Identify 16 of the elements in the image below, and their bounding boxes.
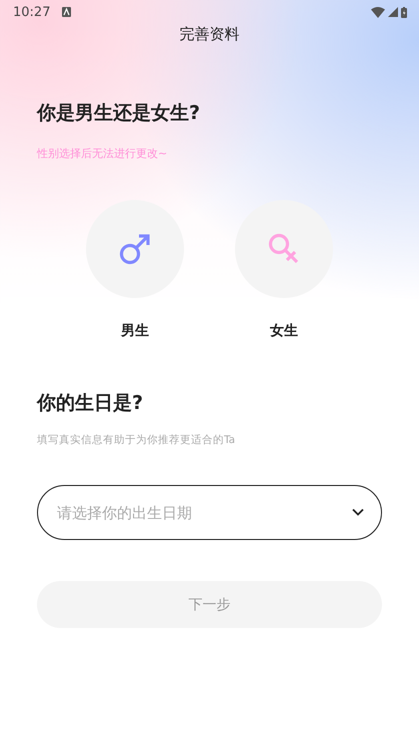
gender-label: 女生 bbox=[270, 322, 298, 341]
female-symbol-icon bbox=[267, 232, 301, 266]
gender-label: 男生 bbox=[121, 322, 149, 341]
gender-hint: 性别选择后无法进行更改~ bbox=[37, 146, 168, 162]
page-title: 完善资料 bbox=[180, 24, 240, 44]
status-time: 10:27 bbox=[13, 4, 50, 20]
wifi-icon bbox=[371, 6, 385, 18]
birthday-question: 你的生日是? bbox=[37, 391, 144, 416]
notification-icon bbox=[62, 7, 72, 17]
gender-question: 你是男生还是女生? bbox=[37, 101, 202, 126]
chevron-down-icon bbox=[352, 508, 364, 516]
male-symbol-icon bbox=[118, 232, 152, 266]
birth-date-field[interactable]: 请选择你的出生日期 bbox=[37, 485, 382, 540]
signal-icon bbox=[388, 7, 398, 17]
birthday-hint: 填写真实信息有助于为你推荐更适合的Ta bbox=[37, 433, 236, 448]
battery-icon bbox=[401, 6, 407, 18]
